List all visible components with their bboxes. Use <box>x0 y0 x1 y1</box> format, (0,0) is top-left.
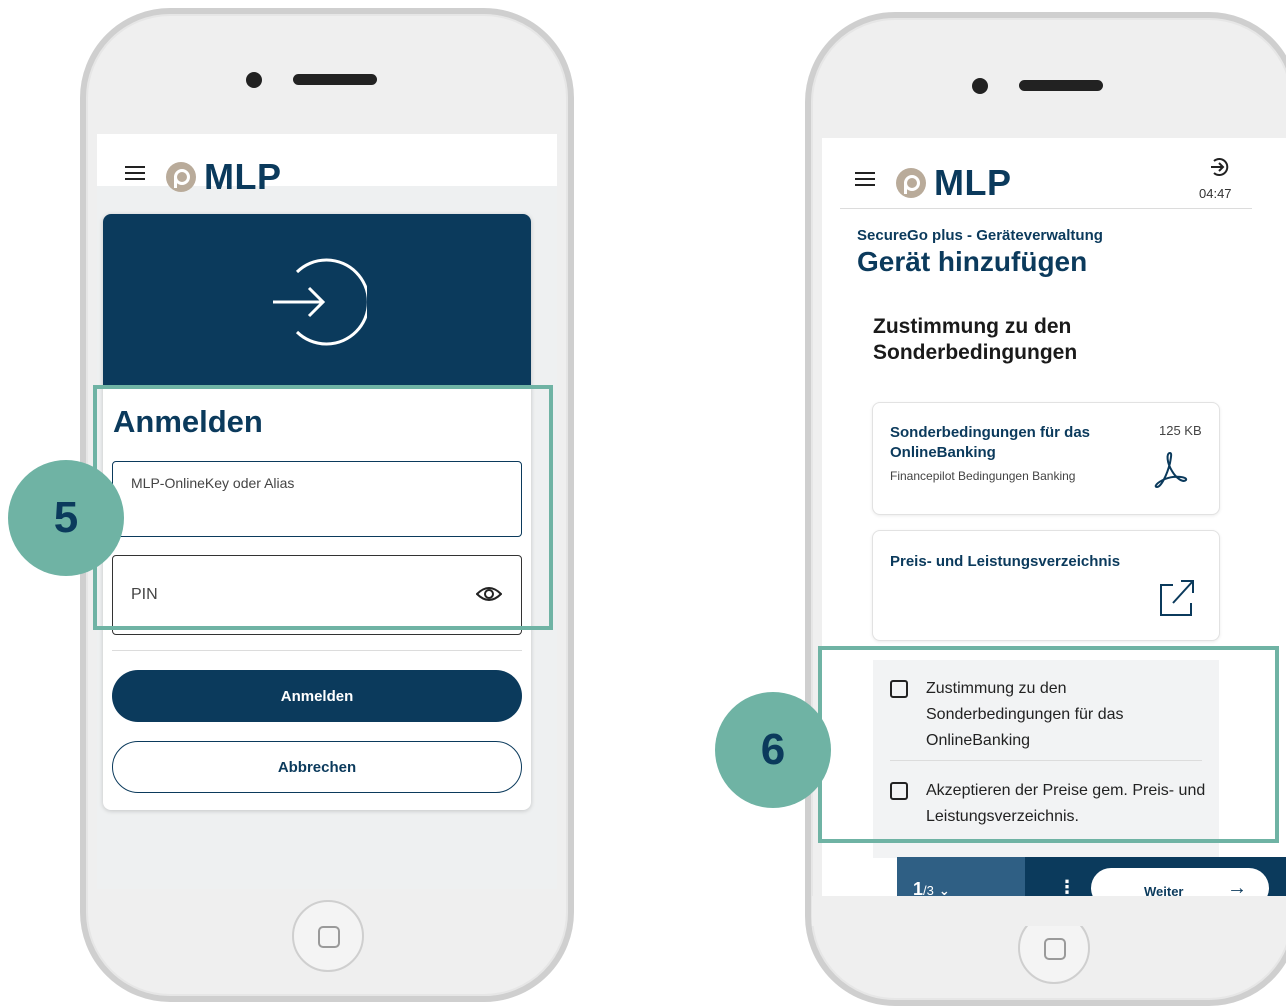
camera-dot-right <box>972 78 988 94</box>
login-arrow-icon <box>273 258 367 346</box>
phone-bottom-bezel-mask <box>812 896 1286 926</box>
pdf-icon <box>1154 451 1188 489</box>
document-card-preisverzeichnis[interactable]: Preis- und Leistungsverzeichnis <box>872 530 1220 641</box>
document-title-line-1: Sonderbedingungen für das <box>890 424 1091 441</box>
mlp-logo-right: MLP <box>896 162 1012 204</box>
document-title: Sonderbedingungen für das OnlineBanking <box>890 423 1090 463</box>
speaker-grille-right <box>1019 80 1103 91</box>
more-options-icon[interactable]: ⋮ <box>1058 877 1076 898</box>
highlight-box-step-5 <box>93 385 553 630</box>
form-divider <box>112 650 522 651</box>
pager-bar[interactable]: 1/3 ⌄ <box>897 857 1025 899</box>
session-timer: 04:47 <box>1199 186 1232 201</box>
mlp-logo: MLP <box>166 156 282 198</box>
camera-dot <box>246 72 262 88</box>
document-title-line-2: OnlineBanking <box>890 444 996 461</box>
cancel-button[interactable]: Abbrechen <box>112 741 522 793</box>
external-link-icon <box>1160 580 1194 616</box>
step-badge-6: 6 <box>715 692 831 808</box>
home-button[interactable] <box>292 900 364 972</box>
hamburger-menu-icon-right[interactable] <box>855 172 875 186</box>
step-badge-5: 5 <box>8 460 124 576</box>
logout-icon[interactable] <box>1208 156 1230 178</box>
footer-action-bar: ⋮ Weiter → <box>1025 857 1286 908</box>
login-button[interactable]: Anmelden <box>112 670 522 722</box>
document-subtitle: Financepilot Bedingungen Banking <box>890 469 1076 483</box>
mlp-logo-text-right: MLP <box>934 162 1012 203</box>
document-title-2: Preis- und Leistungsverzeichnis <box>890 553 1121 570</box>
breadcrumb: SecureGo plus - Geräteverwaltung <box>857 227 1103 244</box>
document-card-sonderbedingungen[interactable]: Sonderbedingungen für das OnlineBanking … <box>872 402 1220 515</box>
section-title-line-1: Zustimmung zu den <box>873 315 1072 338</box>
speaker-grille <box>293 74 377 85</box>
header-divider <box>840 208 1252 209</box>
hamburger-menu-icon[interactable] <box>125 166 145 180</box>
document-size: 125 KB <box>1159 423 1202 438</box>
login-hero-banner <box>103 214 531 386</box>
mlp-logo-mark-icon <box>166 162 196 192</box>
page-title: Gerät hinzufügen <box>857 246 1088 277</box>
highlight-box-step-6 <box>818 646 1279 843</box>
mlp-logo-text: MLP <box>204 156 282 197</box>
mlp-logo-mark-icon-right <box>896 168 926 198</box>
section-title: Zustimmung zu den Sonderbedingungen <box>873 314 1077 366</box>
section-title-line-2: Sonderbedingungen <box>873 341 1078 364</box>
